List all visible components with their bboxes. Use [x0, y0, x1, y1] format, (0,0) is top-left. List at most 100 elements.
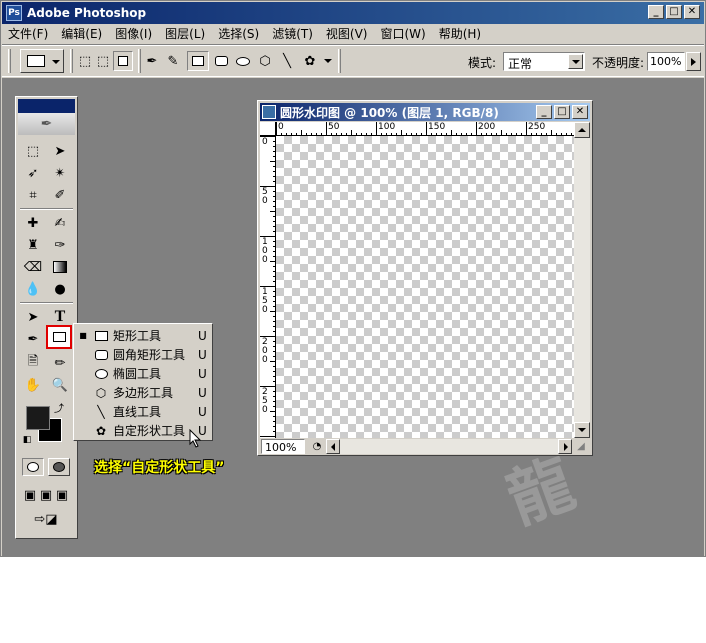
- pen-tool-icon[interactable]: ✒: [143, 53, 161, 69]
- lasso-tool-icon[interactable]: ➶: [22, 163, 44, 183]
- opacity-slider-button[interactable]: [686, 52, 701, 71]
- healing-brush-icon[interactable]: ✚: [22, 213, 44, 233]
- flyout-label: 圆角矩形工具: [113, 348, 186, 362]
- options-grip[interactable]: [8, 49, 11, 73]
- ruler-v-label: 1 5 0: [262, 287, 268, 315]
- polygon-icon[interactable]: ⬡: [256, 53, 274, 69]
- mode-dropdown-button[interactable]: [568, 54, 583, 69]
- menu-filter[interactable]: 滤镜(T): [272, 25, 313, 42]
- opacity-input[interactable]: 100%: [647, 52, 685, 71]
- document-title: 圆形水印图 @ 100% (图层 1, RGB/8): [280, 105, 499, 120]
- custom-shape-icon[interactable]: ✿: [300, 53, 320, 69]
- ellipse-icon[interactable]: [234, 54, 252, 68]
- flyout-item-rounded-rectangle[interactable]: 圆角矩形工具 U: [74, 345, 212, 364]
- menu-window[interactable]: 窗口(W): [380, 25, 425, 42]
- zoom-field[interactable]: 100%: [261, 439, 305, 454]
- close-button[interactable]: ✕: [684, 5, 700, 19]
- crop-tool-icon[interactable]: ⌗: [22, 185, 44, 205]
- info-menu-icon[interactable]: ◔: [310, 439, 324, 454]
- flyout-item-ellipse[interactable]: 椭圆工具 U: [74, 364, 212, 383]
- screen-mode-full-icon[interactable]: ▣: [54, 485, 70, 505]
- doc-close-button[interactable]: ✕: [572, 105, 588, 119]
- shape-layers-icon[interactable]: ⬚: [76, 53, 94, 69]
- tool-preset-picker[interactable]: [20, 49, 64, 73]
- line-icon[interactable]: ╲: [278, 53, 296, 69]
- brush-tool-icon[interactable]: ✍: [49, 213, 71, 233]
- feather-logo-icon[interactable]: ✒: [18, 113, 75, 135]
- chevron-right-icon: [691, 58, 696, 66]
- chevron-left-icon: [331, 443, 335, 451]
- flyout-item-polygon[interactable]: ⬡ 多边形工具 U: [74, 383, 212, 402]
- resize-grip-icon[interactable]: ◢: [574, 439, 588, 454]
- rectangle-tool-icon[interactable]: [46, 325, 72, 349]
- swap-colors-icon[interactable]: ⤴: [54, 402, 64, 415]
- scroll-up-button[interactable]: [574, 122, 590, 138]
- marquee-tool-icon[interactable]: ⬚: [22, 141, 44, 161]
- dodge-tool-icon[interactable]: ●: [49, 279, 71, 299]
- clone-stamp-icon[interactable]: ♜: [22, 235, 44, 255]
- ruler-v-label: 0: [262, 137, 268, 147]
- move-tool-icon[interactable]: ➤: [49, 141, 71, 161]
- notes-tool-icon[interactable]: 🗎: [22, 353, 44, 373]
- hand-tool-icon[interactable]: ✋: [22, 375, 44, 395]
- flyout-item-line[interactable]: ╲ 直线工具 U: [74, 402, 212, 421]
- menu-view[interactable]: 视图(V): [326, 25, 368, 42]
- mode-select[interactable]: 正常: [503, 52, 585, 71]
- flyout-shortcut: U: [198, 385, 207, 400]
- ruler-origin[interactable]: [260, 122, 276, 136]
- eraser-tool-icon[interactable]: ⌫: [22, 257, 44, 277]
- flyout-label: 矩形工具: [113, 329, 162, 343]
- zoom-value: 100%: [265, 441, 297, 454]
- mode-label: 模式:: [468, 56, 497, 70]
- ruler-v-label: 2 5 0: [262, 387, 268, 415]
- scroll-right-button[interactable]: [558, 439, 572, 454]
- slice-tool-icon[interactable]: ✐: [49, 185, 71, 205]
- vertical-scrollbar[interactable]: [574, 122, 590, 438]
- menu-select[interactable]: 选择(S): [218, 25, 259, 42]
- rectangle-icon: [192, 56, 204, 66]
- standard-mode-button[interactable]: [22, 458, 44, 476]
- fill-pixels-button[interactable]: [113, 51, 133, 71]
- paths-icon[interactable]: ⬚: [94, 53, 112, 69]
- scroll-down-button[interactable]: [574, 422, 590, 438]
- default-colors-icon[interactable]: ◧: [22, 435, 32, 445]
- flyout-item-rectangle[interactable]: ■ 矩形工具 U: [74, 326, 212, 345]
- blur-tool-icon[interactable]: 💧: [22, 279, 44, 299]
- doc-minimize-button[interactable]: _: [536, 105, 552, 119]
- vertical-ruler[interactable]: 0 5 0 1 0 0 1 5 0 2 0 0 2 5 0: [260, 136, 276, 438]
- horizontal-scroll-track[interactable]: [340, 439, 558, 454]
- pen-tool-icon[interactable]: ✒: [22, 329, 44, 349]
- screen-mode-full-menu-icon[interactable]: ▣: [38, 485, 54, 505]
- ruler-h-label: 150: [428, 122, 446, 132]
- rectangle-shape-button[interactable]: [187, 51, 209, 71]
- screen-mode-standard-icon[interactable]: ▣: [22, 485, 38, 505]
- history-brush-icon[interactable]: ✑: [49, 235, 71, 255]
- transparent-canvas[interactable]: [276, 136, 574, 438]
- shape-dropdown-icon[interactable]: [324, 59, 332, 63]
- eyedropper-tool-icon[interactable]: ✏: [49, 353, 71, 373]
- scroll-left-button[interactable]: [326, 439, 340, 454]
- opacity-label: 不透明度:: [592, 56, 645, 70]
- menu-edit[interactable]: 编辑(E): [61, 25, 102, 42]
- doc-maximize-button[interactable]: □: [554, 105, 570, 119]
- menu-layer[interactable]: 图层(L): [165, 25, 205, 42]
- type-tool-icon[interactable]: T: [49, 307, 71, 327]
- magic-wand-icon[interactable]: ✴: [49, 163, 71, 183]
- menu-help[interactable]: 帮助(H): [439, 25, 481, 42]
- horizontal-ruler[interactable]: 0 50 100 150 200 250: [276, 122, 574, 136]
- menu-file[interactable]: 文件(F): [8, 25, 48, 42]
- menu-image[interactable]: 图像(I): [115, 25, 152, 42]
- maximize-button[interactable]: □: [666, 5, 682, 19]
- zoom-tool-icon[interactable]: 🔍: [49, 375, 71, 395]
- jump-to-imageready-icon[interactable]: ⇨◪: [26, 509, 66, 529]
- toolbox-title-bar[interactable]: [18, 99, 75, 113]
- foreground-color-swatch-top[interactable]: [26, 406, 50, 430]
- path-selection-icon[interactable]: ➤: [22, 307, 44, 327]
- flyout-label: 椭圆工具: [113, 367, 162, 381]
- document-title-bar[interactable]: 圆形水印图 @ 100% (图层 1, RGB/8) _ □ ✕: [260, 103, 590, 121]
- freeform-pen-icon[interactable]: ✎: [164, 53, 182, 69]
- rounded-rectangle-icon[interactable]: [212, 54, 230, 68]
- minimize-button[interactable]: _: [648, 5, 664, 19]
- quick-mask-button[interactable]: [48, 458, 70, 476]
- gradient-tool-icon[interactable]: [49, 257, 71, 277]
